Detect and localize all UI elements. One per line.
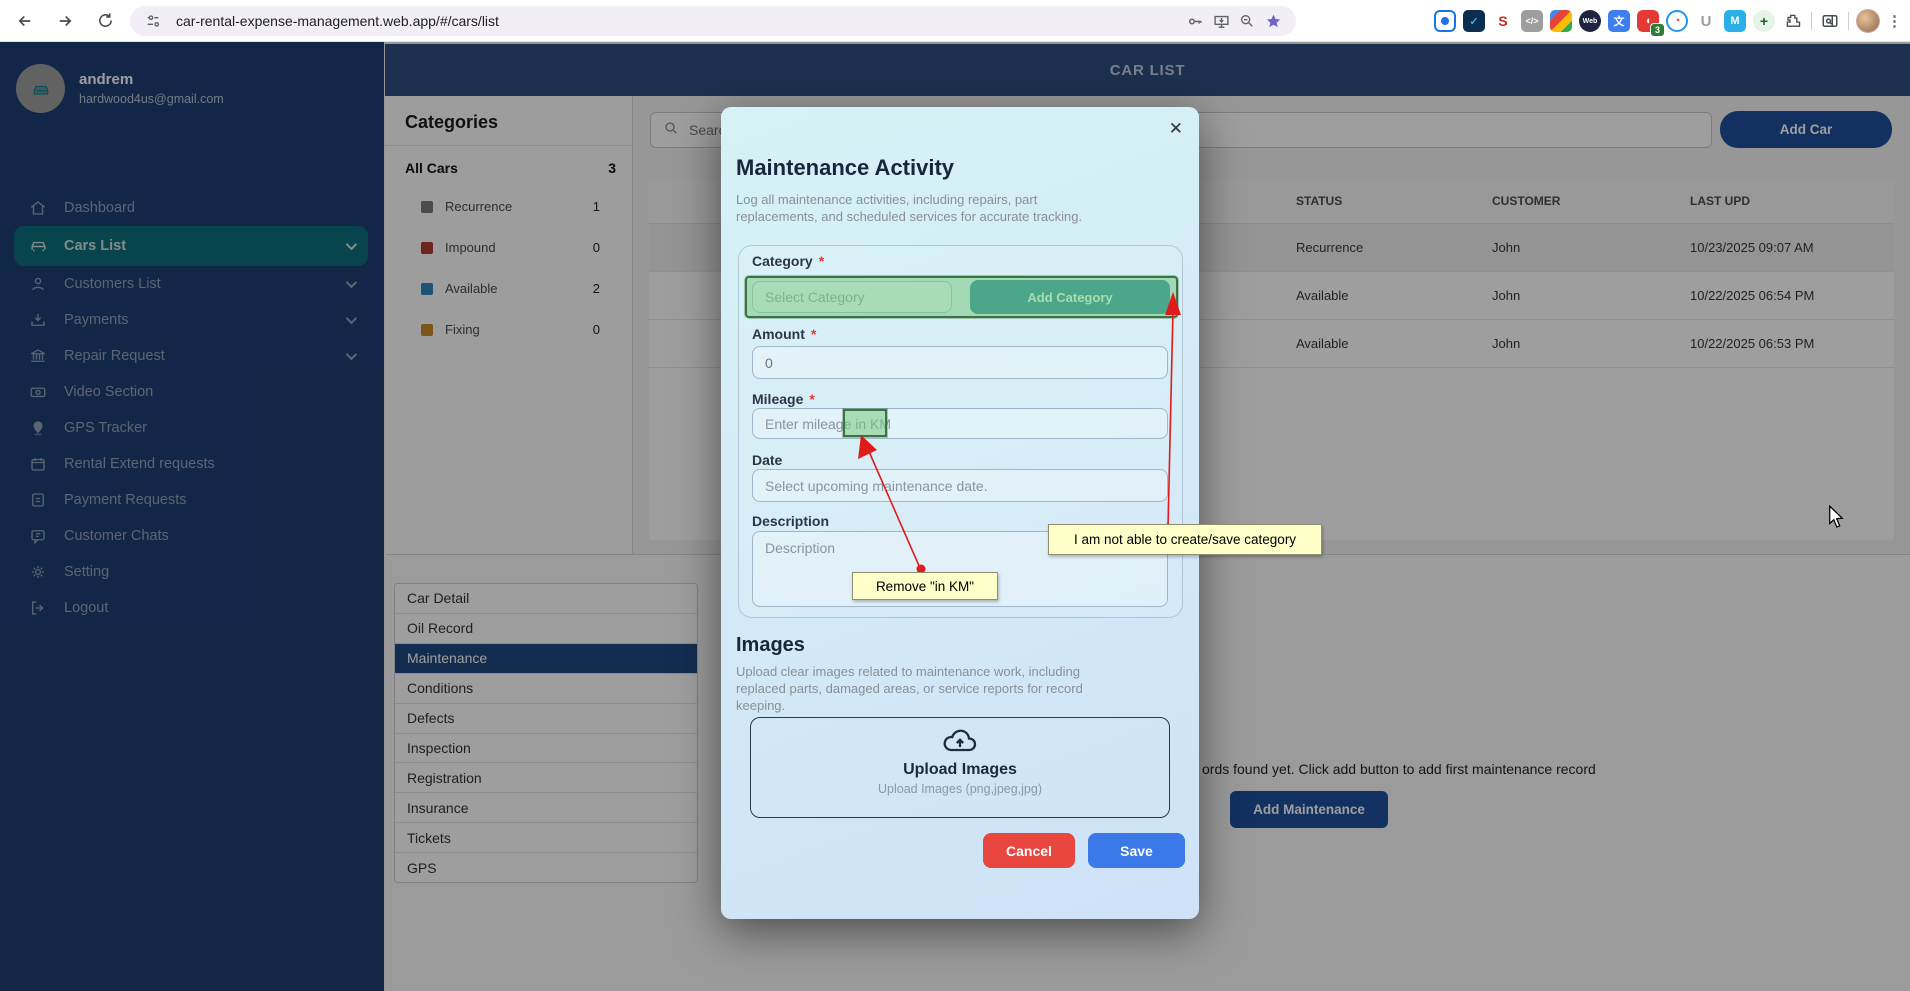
ext-translate-icon[interactable]: 文 [1608, 10, 1630, 32]
forward-icon[interactable] [48, 4, 82, 38]
side-panel-icon[interactable] [1819, 10, 1841, 32]
ext-u-icon[interactable]: U [1695, 10, 1717, 32]
annotation-note-km: Remove "in KM" [852, 572, 998, 600]
address-bar[interactable]: car-rental-expense-management.web.app/#/… [130, 6, 1296, 36]
maintenance-activity-modal: ✕ Maintenance Activity Log all maintenan… [721, 107, 1199, 919]
amount-input[interactable] [752, 346, 1168, 379]
ext-m-icon[interactable]: M [1724, 10, 1746, 32]
ext-badged-icon[interactable]: ◖ [1637, 10, 1659, 32]
ext-code-icon[interactable]: </> [1521, 10, 1543, 32]
save-button[interactable]: Save [1088, 833, 1185, 868]
cancel-button[interactable]: Cancel [983, 833, 1075, 868]
upload-hint: Upload Images (png,jpeg,jpg) [751, 782, 1169, 796]
category-label: Category* [752, 253, 824, 269]
install-app-icon[interactable] [1208, 8, 1234, 34]
amount-label: Amount* [752, 326, 816, 342]
ext-photos-icon[interactable] [1550, 10, 1572, 32]
date-label: Date [752, 452, 782, 468]
bookmark-star-icon[interactable] [1260, 8, 1286, 34]
ext-seo-icon[interactable]: S [1492, 10, 1514, 32]
cloud-upload-icon [751, 728, 1169, 759]
modal-title: Maintenance Activity [736, 155, 954, 181]
upload-title: Upload Images [751, 761, 1169, 779]
browser-menu-kebab-icon[interactable]: ⋮ [1887, 12, 1902, 30]
annotation-note-category: I am not able to create/save category [1048, 524, 1322, 555]
ext-check-icon[interactable]: ✓ [1463, 10, 1485, 32]
password-key-icon[interactable] [1182, 8, 1208, 34]
mileage-label: Mileage* [752, 391, 815, 407]
date-input[interactable] [752, 469, 1168, 502]
extensions-row: ✓ S </> Web 文 ◖ ◔ U M + ⋮ [1434, 6, 1902, 36]
ext-recorder-icon[interactable] [1434, 10, 1456, 32]
annotation-highlight-km [843, 409, 887, 437]
ext-plus-icon[interactable]: + [1753, 10, 1775, 32]
site-info-icon[interactable] [140, 8, 166, 34]
zoom-icon[interactable] [1234, 8, 1260, 34]
reload-icon[interactable] [88, 4, 122, 38]
ext-web-icon[interactable]: Web [1579, 10, 1601, 32]
images-heading: Images [736, 634, 805, 657]
annotation-highlight-category [745, 276, 1178, 318]
close-icon[interactable]: ✕ [1169, 119, 1183, 139]
extensions-puzzle-icon[interactable] [1782, 10, 1804, 32]
images-description: Upload clear images related to maintenan… [736, 663, 1096, 714]
url-text[interactable]: car-rental-expense-management.web.app/#/… [176, 13, 1182, 29]
back-icon[interactable] [8, 4, 42, 38]
description-label: Description [752, 513, 829, 529]
ext-ring-icon[interactable]: ◔ [1666, 10, 1688, 32]
modal-description: Log all maintenance activities, includin… [736, 191, 1086, 225]
mileage-input[interactable] [752, 408, 1168, 439]
upload-dropzone[interactable]: Upload Images Upload Images (png,jpeg,jp… [750, 717, 1170, 818]
browser-toolbar: car-rental-expense-management.web.app/#/… [0, 0, 1910, 42]
browser-profile-avatar[interactable] [1856, 9, 1880, 33]
